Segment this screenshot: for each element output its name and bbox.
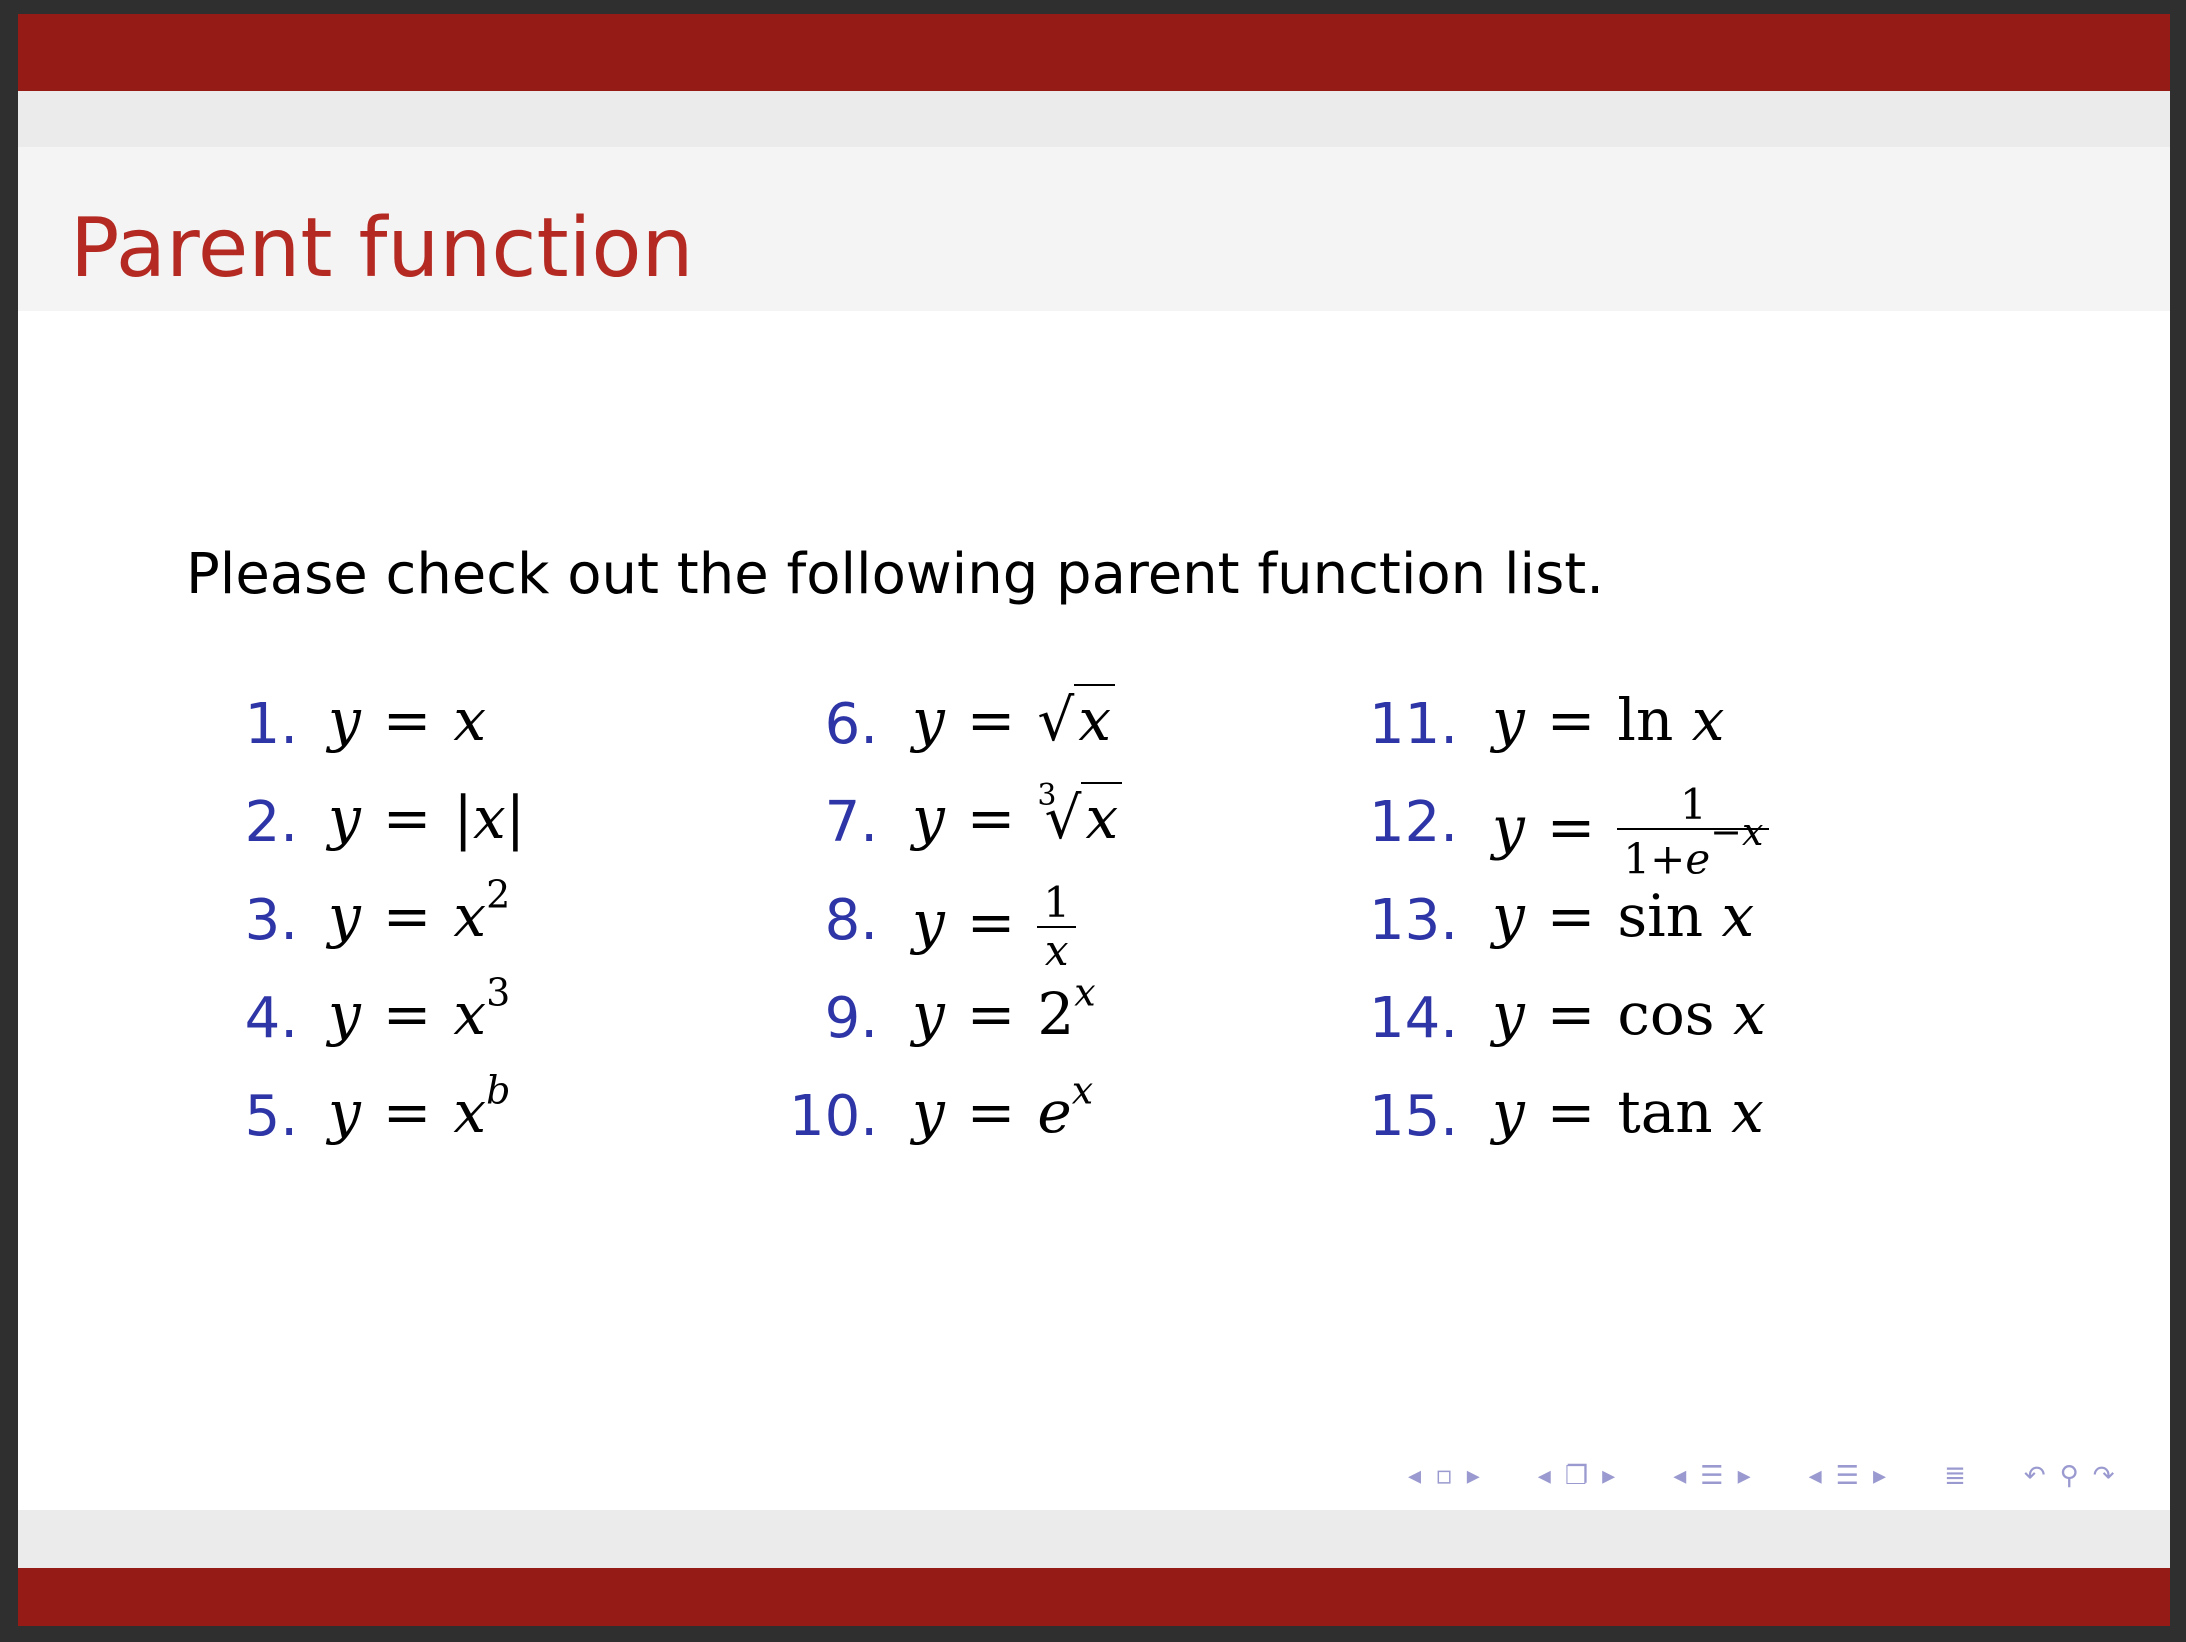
formula: y = 1 x [912, 882, 1077, 972]
header-bar [18, 14, 2170, 91]
formula: y = 2x [912, 970, 1096, 1049]
search-icon[interactable]: ⚲ [2060, 1461, 2079, 1491]
arrow-left-icon[interactable]: ◂ [1408, 1461, 1421, 1491]
item-number: 12. [1368, 790, 1458, 855]
item-number: 7. [824, 790, 878, 855]
formula: y = x2 [328, 872, 511, 951]
arrow-right-icon[interactable]: ▸ [1602, 1461, 1615, 1491]
arrow-left-icon[interactable]: ◂ [1809, 1461, 1822, 1491]
header-band [18, 91, 2170, 147]
item-number: 1. [244, 692, 298, 757]
item-number: 11. [1368, 692, 1458, 757]
navigation-symbols: ◂ ▫ ▸ ◂ ❐ ▸ ◂ ☰ ▸ ◂ ☰ ▸ ≣ ↶ ⚲ ↷ [1408, 1456, 2115, 1496]
arrow-right-icon[interactable]: ▸ [1467, 1461, 1480, 1491]
slide: Parent function Please check out the fol… [18, 14, 2170, 1626]
formula: y = |x| [328, 784, 526, 852]
frame-title: Parent function [70, 201, 694, 296]
item-number: 6. [824, 692, 878, 757]
formula: y = sin x [1492, 882, 1755, 950]
item-number: 2. [244, 790, 298, 855]
redo-icon[interactable]: ↷ [2093, 1461, 2115, 1491]
footer-bar [18, 1568, 2170, 1626]
frame-icon[interactable]: ▫ [1435, 1461, 1453, 1491]
formula: y = 3√x [912, 781, 1123, 852]
intro-text: Please check out the following parent fu… [186, 542, 1605, 607]
presentation-icon[interactable]: ☰ [1836, 1461, 1859, 1491]
arrow-left-icon[interactable]: ◂ [1673, 1461, 1686, 1491]
frame-title-bar: Parent function [18, 147, 2170, 311]
section-icon[interactable]: ☰ [1700, 1461, 1723, 1491]
item-number: 3. [244, 888, 298, 953]
item-number: 5. [244, 1084, 298, 1149]
footer-band [18, 1510, 2170, 1568]
formula: y = tan x [1492, 1078, 1764, 1146]
undo-icon[interactable]: ↶ [2024, 1461, 2046, 1491]
formula: y = x [328, 686, 487, 754]
item-number: 8. [824, 888, 878, 953]
subsection-icon[interactable]: ❐ [1565, 1461, 1588, 1491]
formula: y = ex [912, 1068, 1094, 1147]
formula: y = x3 [328, 970, 511, 1049]
align-icon[interactable]: ≣ [1944, 1461, 1966, 1491]
arrow-left-icon[interactable]: ◂ [1538, 1461, 1551, 1491]
item-number: 13. [1368, 888, 1458, 953]
item-number: 14. [1368, 986, 1458, 1051]
item-number: 15. [1368, 1084, 1458, 1149]
item-number: 4. [244, 986, 298, 1051]
item-number: 10. [788, 1084, 878, 1149]
formula: y = √x [912, 684, 1116, 754]
item-number: 9. [824, 986, 878, 1051]
arrow-right-icon[interactable]: ▸ [1873, 1461, 1886, 1491]
arrow-right-icon[interactable]: ▸ [1738, 1461, 1751, 1491]
formula: y = xb [328, 1068, 511, 1147]
formula: y = 1 1+e−x [1492, 784, 1770, 881]
formula: y = cos x [1492, 980, 1766, 1048]
formula: y = ln x [1492, 686, 1725, 754]
